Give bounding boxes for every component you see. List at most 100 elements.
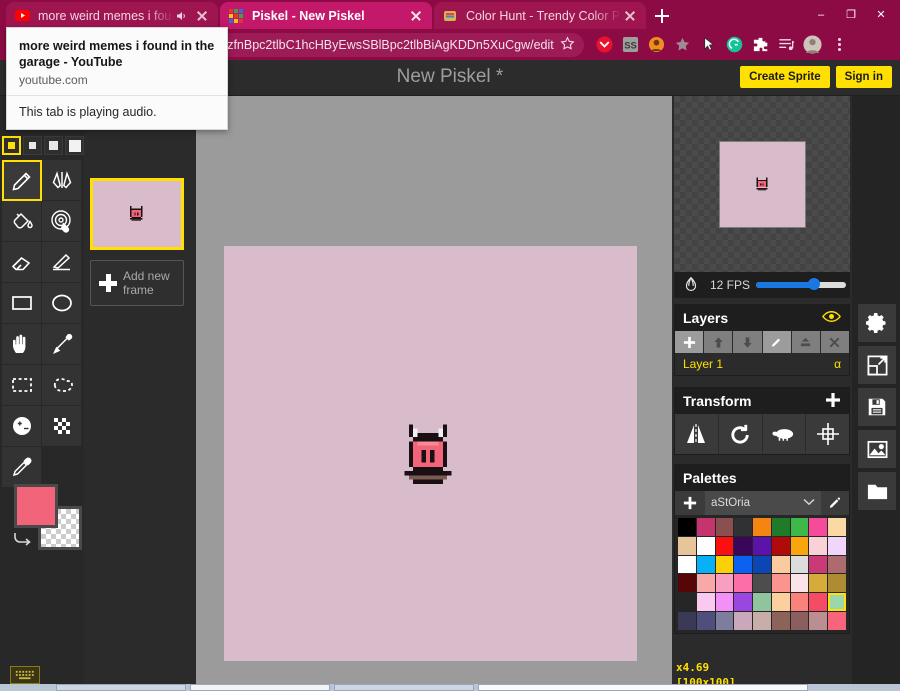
palette-color-swatch[interactable] <box>734 555 753 574</box>
fps-slider[interactable] <box>756 278 846 291</box>
palette-color-swatch[interactable] <box>771 611 790 630</box>
grammarly-icon[interactable] <box>722 33 746 57</box>
move-tool[interactable] <box>2 324 42 365</box>
palette-color-swatch[interactable] <box>678 518 696 536</box>
paint-bucket-tool[interactable] <box>2 201 42 242</box>
star-extension-icon[interactable] <box>670 33 694 57</box>
rotate-button[interactable] <box>718 414 763 454</box>
palette-color-swatch[interactable] <box>734 611 753 630</box>
taskbar-item[interactable] <box>56 684 186 691</box>
center-button[interactable] <box>806 414 849 454</box>
palette-color-swatch[interactable] <box>790 536 809 555</box>
palette-color-swatch[interactable] <box>809 611 828 630</box>
pen-size-2-button[interactable] <box>23 136 42 155</box>
palette-color-swatch[interactable] <box>828 611 847 630</box>
edit-palette-button[interactable] <box>821 491 849 515</box>
keyboard-shortcuts-icon[interactable] <box>10 666 40 684</box>
bookmark-star-icon[interactable] <box>560 35 576 54</box>
palette-color-swatch[interactable] <box>809 593 828 611</box>
pen-size-4-button[interactable] <box>65 136 84 155</box>
palette-color-swatch[interactable] <box>828 536 847 555</box>
close-window-button[interactable]: ✕ <box>866 3 896 27</box>
create-sprite-button[interactable]: Create Sprite <box>740 66 830 88</box>
palette-color-swatch[interactable] <box>809 555 828 574</box>
eye-icon[interactable] <box>822 310 841 326</box>
layer-opacity[interactable]: α <box>834 357 841 371</box>
tab-close-icon[interactable] <box>622 8 638 24</box>
open-button[interactable] <box>858 472 896 510</box>
palette-color-swatch[interactable] <box>734 574 753 593</box>
new-tab-button[interactable] <box>650 5 674 27</box>
frame-thumbnail[interactable] <box>90 178 184 250</box>
palette-color-swatch[interactable] <box>678 611 696 630</box>
circle-tool[interactable] <box>42 283 82 324</box>
export-button[interactable] <box>858 430 896 468</box>
move-layer-up-button[interactable] <box>704 331 733 353</box>
slider-knob[interactable] <box>808 278 821 290</box>
lighten-tool[interactable] <box>2 406 42 447</box>
taskbar-item[interactable] <box>478 684 808 691</box>
tab-close-icon[interactable] <box>408 8 424 24</box>
taskbar-item[interactable] <box>334 684 474 691</box>
palette-color-swatch[interactable] <box>678 555 696 574</box>
swap-colors-icon[interactable] <box>12 528 36 553</box>
add-new-frame-button[interactable]: Add new frame <box>90 260 184 306</box>
onion-skin-icon[interactable] <box>678 274 704 296</box>
layer-item-1[interactable]: Layer 1 α <box>675 353 849 375</box>
palette-color-swatch[interactable] <box>828 574 847 593</box>
palette-color-swatch[interactable] <box>715 555 734 574</box>
taskbar-item[interactable] <box>190 684 330 691</box>
tab-close-icon[interactable] <box>194 8 210 24</box>
palette-color-swatch[interactable] <box>790 611 809 630</box>
plus-icon[interactable] <box>825 392 841 411</box>
address-bar[interactable]: gxzfnBpc2tlbC1hcHByEwsSBlBpc2tlbBiAgKDDn… <box>206 32 584 57</box>
merge-layer-button[interactable] <box>791 331 820 353</box>
palette-color-swatch[interactable] <box>696 536 715 555</box>
add-palette-button[interactable] <box>675 491 705 515</box>
palette-color-swatch[interactable] <box>771 518 790 536</box>
palette-color-swatch[interactable] <box>715 611 734 630</box>
palette-color-swatch[interactable] <box>715 536 734 555</box>
pen-size-3-button[interactable] <box>44 136 63 155</box>
animation-preview[interactable] <box>674 96 850 272</box>
palette-color-swatch[interactable] <box>753 574 771 593</box>
paint-all-similar-pixels-tool[interactable] <box>42 201 82 242</box>
tab-audio-icon[interactable] <box>174 9 190 23</box>
browser-tab-youtube[interactable]: more weird memes i found in <box>6 2 218 29</box>
shape-select-tool[interactable] <box>42 324 82 365</box>
kebab-menu-icon[interactable] <box>828 33 850 57</box>
cursor-icon[interactable] <box>696 33 720 57</box>
palette-color-swatch[interactable] <box>828 555 847 574</box>
palette-color-swatch[interactable] <box>734 518 753 536</box>
rename-layer-button[interactable] <box>762 331 791 353</box>
move-layer-down-button[interactable] <box>733 331 762 353</box>
palette-color-swatch[interactable] <box>828 518 847 536</box>
palette-color-swatch[interactable] <box>696 518 715 536</box>
palette-color-swatch[interactable] <box>809 518 828 536</box>
stroke-tool[interactable] <box>42 242 82 283</box>
lasso-select-tool[interactable] <box>42 365 82 406</box>
pen-size-1-button[interactable] <box>2 136 21 155</box>
palette-color-swatch[interactable] <box>790 593 809 611</box>
palette-color-swatch[interactable] <box>809 574 828 593</box>
color-picker-tool[interactable] <box>2 447 42 488</box>
palette-color-swatch[interactable] <box>828 593 847 611</box>
palette-color-swatch[interactable] <box>771 536 790 555</box>
palette-color-swatch[interactable] <box>696 611 715 630</box>
vertical-mirror-pen-tool[interactable] <box>42 160 82 201</box>
palette-color-swatch[interactable] <box>771 555 790 574</box>
palette-color-swatch[interactable] <box>809 536 828 555</box>
primary-color-swatch[interactable] <box>14 484 58 528</box>
palette-select[interactable]: aStOria <box>705 491 821 515</box>
palette-color-swatch[interactable] <box>790 518 809 536</box>
palette-color-swatch[interactable] <box>734 536 753 555</box>
palette-color-swatch[interactable] <box>753 611 771 630</box>
palette-color-swatch[interactable] <box>771 593 790 611</box>
palette-color-swatch[interactable] <box>753 555 771 574</box>
pencil-tool[interactable] <box>2 160 42 201</box>
palette-color-swatch[interactable] <box>790 574 809 593</box>
palette-color-swatch[interactable] <box>753 593 771 611</box>
palette-color-swatch[interactable] <box>715 518 734 536</box>
restore-button[interactable]: ❐ <box>836 3 866 27</box>
ss-icon[interactable]: SS <box>618 33 642 57</box>
